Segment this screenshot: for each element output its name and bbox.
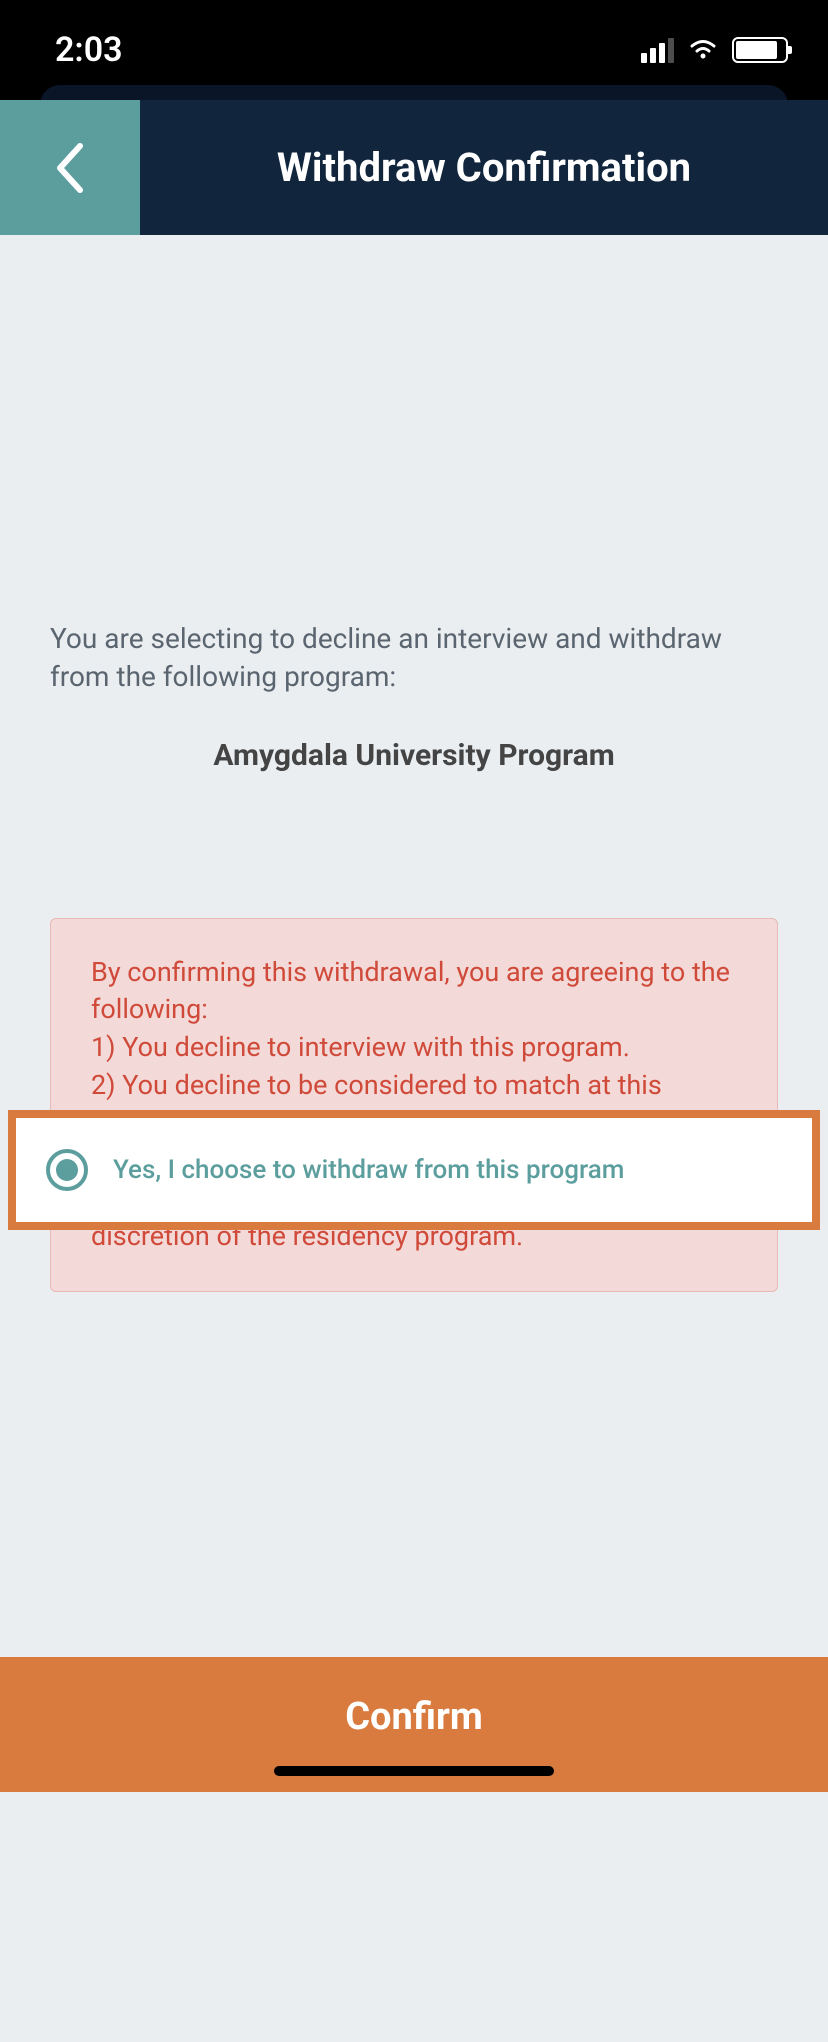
- radio-label: Yes, I choose to withdraw from this prog…: [113, 1155, 624, 1185]
- intro-text: You are selecting to decline an intervie…: [50, 620, 778, 696]
- confirm-label: Confirm: [345, 1695, 483, 1739]
- page-title: Withdraw Confirmation: [140, 144, 828, 191]
- status-time: 2:03: [55, 30, 123, 70]
- status-icons: [641, 35, 788, 65]
- battery-icon: [732, 37, 788, 63]
- back-button[interactable]: [0, 100, 140, 235]
- content-area: You are selecting to decline an intervie…: [0, 620, 828, 2042]
- wifi-icon: [686, 35, 720, 65]
- cellular-signal-icon: [641, 38, 674, 63]
- program-name: Amygdala University Program: [50, 738, 778, 773]
- warning-box: By confirming this withdrawal, you are a…: [50, 918, 778, 1292]
- radio-button-icon: [46, 1149, 88, 1191]
- chevron-left-icon: [50, 138, 90, 198]
- withdraw-radio-container[interactable]: Yes, I choose to withdraw from this prog…: [8, 1110, 820, 1230]
- header-bar: Withdraw Confirmation: [0, 100, 828, 235]
- home-indicator[interactable]: [274, 1766, 554, 1776]
